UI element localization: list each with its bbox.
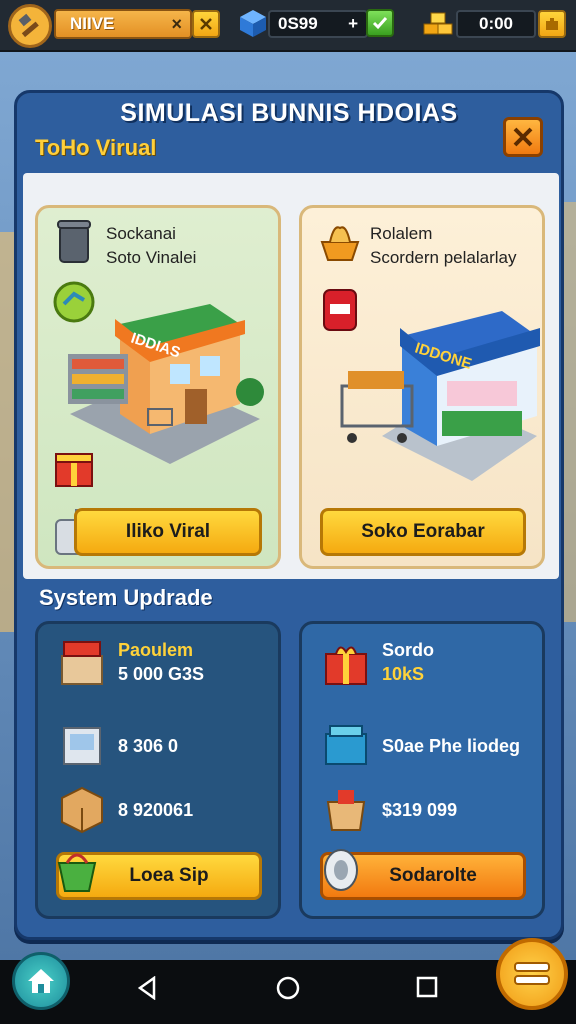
gem-icon	[240, 10, 266, 37]
shop-select-button[interactable]: Iliko Viral	[74, 508, 262, 556]
upgrade-row-value: 8 306 0	[118, 736, 179, 756]
player-name-field[interactable]: NIIVE ×	[54, 9, 192, 39]
shop-select-button[interactable]: Soko Eorabar	[320, 508, 526, 556]
upgrade-row: Sordo 10kS	[318, 638, 538, 690]
add-gems-button[interactable]	[366, 9, 394, 37]
menu-button[interactable]	[496, 938, 568, 1010]
hammer-icon	[18, 13, 39, 38]
shop-card-description: Sockanai Soto Vinalei	[106, 222, 196, 270]
upgrade-row: 8 306 0	[54, 720, 274, 772]
upgrade-row-label: Paoulem	[118, 640, 194, 660]
upgrade-row: 8 920061	[54, 784, 274, 836]
grocery-bag-icon	[326, 790, 366, 831]
gold-bars-icon	[423, 12, 453, 35]
gold-counter: 0:00	[456, 10, 536, 38]
shop-card-line1: Rolalem	[370, 224, 433, 243]
shop-card-virtual[interactable]: Sockanai Soto Vinalei IDDIAS Iliko Viral	[35, 205, 281, 569]
upgrade-row-text: Sordo 10kS	[382, 638, 434, 686]
upgrade-row-value: S0ae Phe liodeg	[382, 736, 521, 756]
trash-bin-icon	[57, 220, 91, 263]
upgrade-row: Paoulem 5 000 G3S	[54, 638, 274, 690]
gold-value: 0:00	[478, 14, 514, 33]
recents-nav-icon[interactable]	[416, 976, 438, 998]
panel-subtitle: ToHo Virual	[35, 135, 157, 160]
upgrade-row: S0ae Phe liodeg	[318, 720, 538, 772]
shop-card-store[interactable]: Rolalem Scordern pelalarlay IDDONE Soko …	[299, 205, 545, 569]
system-upgrade-title: System Updrade	[39, 585, 213, 610]
upgrade-row-value: $319 099	[382, 800, 458, 820]
shop-card-description: Rolalem Scordern pelalarlay	[370, 222, 516, 270]
home-button[interactable]	[12, 952, 70, 1010]
gems-plus: +	[348, 14, 358, 33]
business-sim-panel: SIMULASI BUNNIS HDOIAS ToHo Virual Socka…	[14, 90, 564, 940]
appliance-icon	[63, 727, 101, 765]
close-button[interactable]	[503, 117, 543, 157]
upgrade-row-value: 8 920061	[118, 800, 194, 820]
upgrade-card-left: Paoulem 5 000 G3S 8 306 0 8 920061 Loea …	[35, 621, 281, 919]
close-small-icon	[200, 18, 212, 30]
upgrade-card-right: Sordo 10kS S0ae Phe liodeg $319 099 Soda…	[299, 621, 545, 919]
shop-card-line1: Sockanai	[106, 224, 176, 243]
upgrade-button[interactable]: Loea Sip	[56, 852, 262, 900]
menu-icon	[514, 962, 550, 985]
add-gold-button[interactable]	[538, 10, 566, 38]
upgrade-row-text: Paoulem 5 000 G3S	[118, 638, 204, 686]
puzzle-icon	[546, 18, 558, 30]
upgrade-button-label: Sodarolte	[389, 865, 477, 886]
check-icon	[372, 17, 388, 30]
home-nav-icon[interactable]	[276, 976, 300, 1000]
player-avatar[interactable]	[8, 4, 52, 48]
gems-value: 0S99	[278, 14, 318, 33]
cardboard-box-icon	[61, 641, 103, 685]
grocery-store-illustration: IDDIAS	[68, 304, 264, 464]
name-confirm-button[interactable]	[192, 10, 220, 38]
gift-icon	[325, 646, 367, 685]
gems-counter: 0S99 +	[268, 10, 368, 38]
freezer-icon	[325, 725, 367, 765]
barrel-icon	[324, 849, 358, 891]
upgrade-row-label: Sordo	[382, 640, 434, 660]
convenience-store-illustration: IDDONE	[340, 311, 540, 481]
panel-title: SIMULASI BUNNIS HDOIAS	[120, 99, 458, 127]
back-nav-icon[interactable]	[136, 976, 158, 1000]
shopping-basket-icon	[57, 853, 97, 892]
bread-basket-icon	[320, 226, 360, 261]
package-icon	[61, 786, 103, 834]
upgrade-row-value: 5 000 G3S	[118, 664, 205, 684]
upgrade-row: $319 099	[318, 784, 538, 836]
close-icon	[513, 127, 533, 147]
home-icon	[28, 969, 54, 993]
gift-box-icon	[55, 453, 93, 487]
upgrade-row-value: 10kS	[382, 664, 425, 684]
top-resource-bar: NIIVE × 0S99 + 0:00	[0, 0, 576, 52]
player-name-value: NIIVE	[70, 14, 115, 33]
upgrade-button[interactable]: Sodarolte	[320, 849, 526, 900]
clear-name-icon[interactable]: ×	[171, 11, 182, 37]
upgrade-button-label: Loea Sip	[129, 865, 209, 886]
